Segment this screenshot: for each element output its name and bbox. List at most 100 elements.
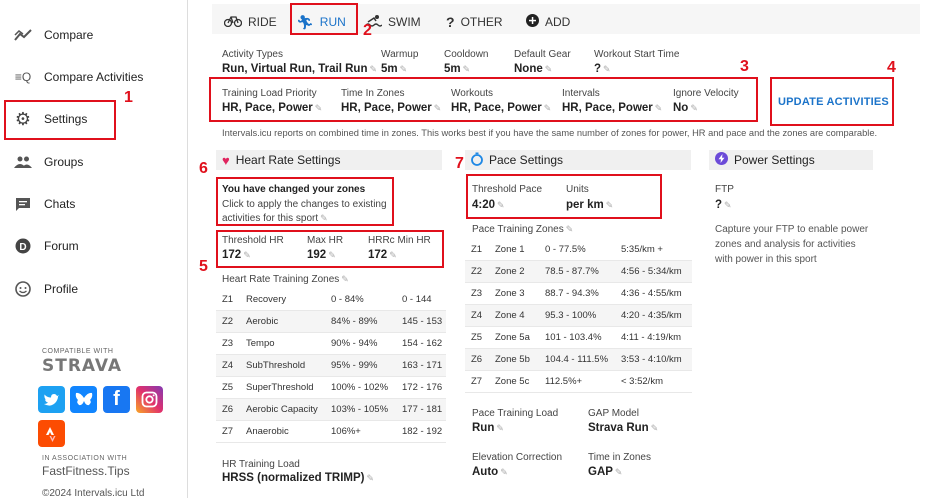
workout-start-label: Workout Start Time (594, 49, 680, 60)
edit-icon: ✎ (603, 64, 611, 74)
zone-name: Anaerobic (246, 425, 289, 437)
instagram-icon[interactable] (136, 386, 163, 413)
workout-start-value[interactable]: ? ✎ (594, 63, 611, 75)
zone-pct: 95% - 99% (331, 359, 378, 371)
zone-name: Zone 1 (495, 243, 525, 255)
table-row: Z2 Aerobic 84% - 89% 145 - 153 (216, 311, 446, 333)
hr-training-load-label: HR Training Load (222, 459, 300, 470)
annotation-box-7 (466, 174, 662, 219)
elev-text: Auto (472, 466, 499, 478)
warmup-value[interactable]: 5m ✎ (381, 63, 407, 75)
zone-bpm: 172 - 176 (402, 381, 443, 393)
groups-icon (12, 153, 34, 171)
zone-name: Tempo (246, 337, 275, 349)
chat-icon (12, 195, 34, 213)
hr-training-load-value[interactable]: HRSS (normalized TRIMP) ✎ (222, 472, 374, 484)
edit-icon: ✎ (399, 64, 408, 74)
tab-ride[interactable]: RIDE (223, 12, 277, 32)
zone-id: Z2 (222, 315, 234, 327)
zone-pace: 4:11 - 4:19/km (621, 331, 682, 343)
zone-pct: 101 - 103.4% (545, 331, 602, 343)
edit-icon: ✎ (650, 423, 659, 433)
cooldown-value[interactable]: 5m ✎ (444, 63, 470, 75)
sidebar-item-groups[interactable]: Groups (8, 147, 184, 177)
gap-model-value[interactable]: Strava Run ✎ (588, 422, 658, 434)
pace-time-in-zones-value[interactable]: GAP ✎ (588, 466, 622, 478)
copyright: ©2024 Intervals.icu Ltd (42, 488, 145, 499)
zone-name: Zone 5c (495, 375, 530, 387)
zone-name: Zone 5b (495, 353, 530, 365)
default-gear-value[interactable]: None ✎ (514, 63, 552, 75)
hr-zones-title[interactable]: Heart Rate Training Zones ✎ (222, 274, 349, 285)
forum-icon: D (12, 237, 34, 255)
heart-icon: ♥ (222, 152, 230, 168)
edit-icon: ✎ (369, 64, 378, 74)
strava-app-icon[interactable] (38, 420, 65, 447)
power-capture-text-3: with power in this sport (715, 254, 817, 265)
table-row: Z6 Zone 5b 104.4 - 111.5% 3:53 - 4:10/km (465, 349, 692, 371)
sidebar-item-forum[interactable]: D Forum (8, 231, 184, 261)
section-title: Pace Settings (489, 153, 564, 167)
zone-pace: 3:53 - 4:10/km (621, 353, 682, 365)
default-gear-text: None (514, 63, 543, 75)
facebook-icon[interactable]: f (103, 386, 130, 413)
table-row: Z3 Zone 3 88.7 - 94.3% 4:36 - 4:55/km (465, 283, 692, 305)
sidebar-item-compare-activities[interactable]: ≡Q Compare Activities (8, 62, 184, 92)
bolt-icon (715, 152, 728, 168)
annotation-number-1: 1 (124, 89, 133, 106)
tab-add[interactable]: ADD (526, 12, 570, 32)
tab-label: RIDE (248, 15, 277, 29)
zone-id: Z3 (471, 287, 483, 299)
power-capture-text-2: zones and analysis for activities (715, 239, 856, 250)
zone-pct: 100% - 102% (331, 381, 389, 393)
tab-swim[interactable]: SWIM (365, 12, 421, 32)
zone-name: Recovery (246, 293, 287, 305)
section-title: Heart Rate Settings (235, 153, 341, 167)
pace-zones-title-text: Pace Training Zones (472, 224, 564, 235)
zone-bpm: 145 - 153 (402, 315, 443, 327)
zone-id: Z1 (471, 243, 483, 255)
zone-name: SuperThreshold (246, 381, 314, 393)
edit-icon: ✎ (565, 224, 574, 234)
zone-id: Z7 (471, 375, 483, 387)
zone-pct: 0 - 77.5% (545, 243, 586, 255)
heart-rate-settings-header: ♥ Heart Rate Settings (216, 150, 442, 170)
compatible-with-label: COMPATIBLE WITH (42, 348, 114, 355)
sidebar-item-profile[interactable]: Profile (8, 274, 184, 304)
edit-icon: ✎ (366, 473, 375, 483)
zone-bpm: 177 - 181 (402, 403, 443, 415)
annotation-number-2: 2 (363, 22, 372, 39)
power-settings-header: Power Settings (709, 150, 873, 170)
pace-zones-title[interactable]: Pace Training Zones ✎ (472, 224, 573, 235)
zone-id: Z1 (222, 293, 234, 305)
zone-pace: 5:35/km + (621, 243, 663, 255)
bluesky-icon[interactable] (70, 386, 97, 413)
activity-types-label: Activity Types (222, 49, 283, 60)
warmup-text: 5m (381, 63, 398, 75)
gap-model-text: Strava Run (588, 422, 649, 434)
ftp-value[interactable]: ? ✎ (715, 199, 732, 211)
hr-zones-title-text: Heart Rate Training Zones (222, 274, 340, 285)
zone-pace: 4:56 - 5:34/km (621, 265, 682, 277)
activity-types-value[interactable]: Run, Virtual Run, Trail Run ✎ (222, 63, 377, 75)
twitter-icon[interactable] (38, 386, 65, 413)
zone-name: Zone 2 (495, 265, 525, 277)
strava-logo[interactable]: STRAVA (42, 356, 122, 376)
sidebar-item-compare[interactable]: Compare (8, 20, 184, 50)
annotation-box-6 (216, 177, 394, 226)
fastfitness-link[interactable]: FastFitness.Tips (42, 464, 130, 478)
combined-zones-note: Intervals.icu reports on combined time i… (222, 128, 878, 138)
activity-types-text: Run, Virtual Run, Trail Run (222, 63, 368, 75)
elevation-correction-value[interactable]: Auto ✎ (472, 466, 508, 478)
sidebar-item-chats[interactable]: Chats (8, 189, 184, 219)
tab-other[interactable]: ? OTHER (446, 12, 503, 32)
sidebar-item-label: Forum (44, 239, 79, 253)
gap-model-label: GAP Model (588, 408, 639, 419)
pace-training-load-value[interactable]: Run ✎ (472, 422, 504, 434)
sidebar: Compare ≡Q Compare Activities ⚙ Settings… (0, 0, 188, 499)
zone-bpm: 154 - 162 (402, 337, 443, 349)
zone-pct: 104.4 - 111.5% (545, 353, 609, 365)
sidebar-item-label: Groups (44, 155, 84, 169)
table-row: Z5 SuperThreshold 100% - 102% 172 - 176 (216, 377, 446, 399)
zone-bpm: 0 - 144 (402, 293, 432, 305)
